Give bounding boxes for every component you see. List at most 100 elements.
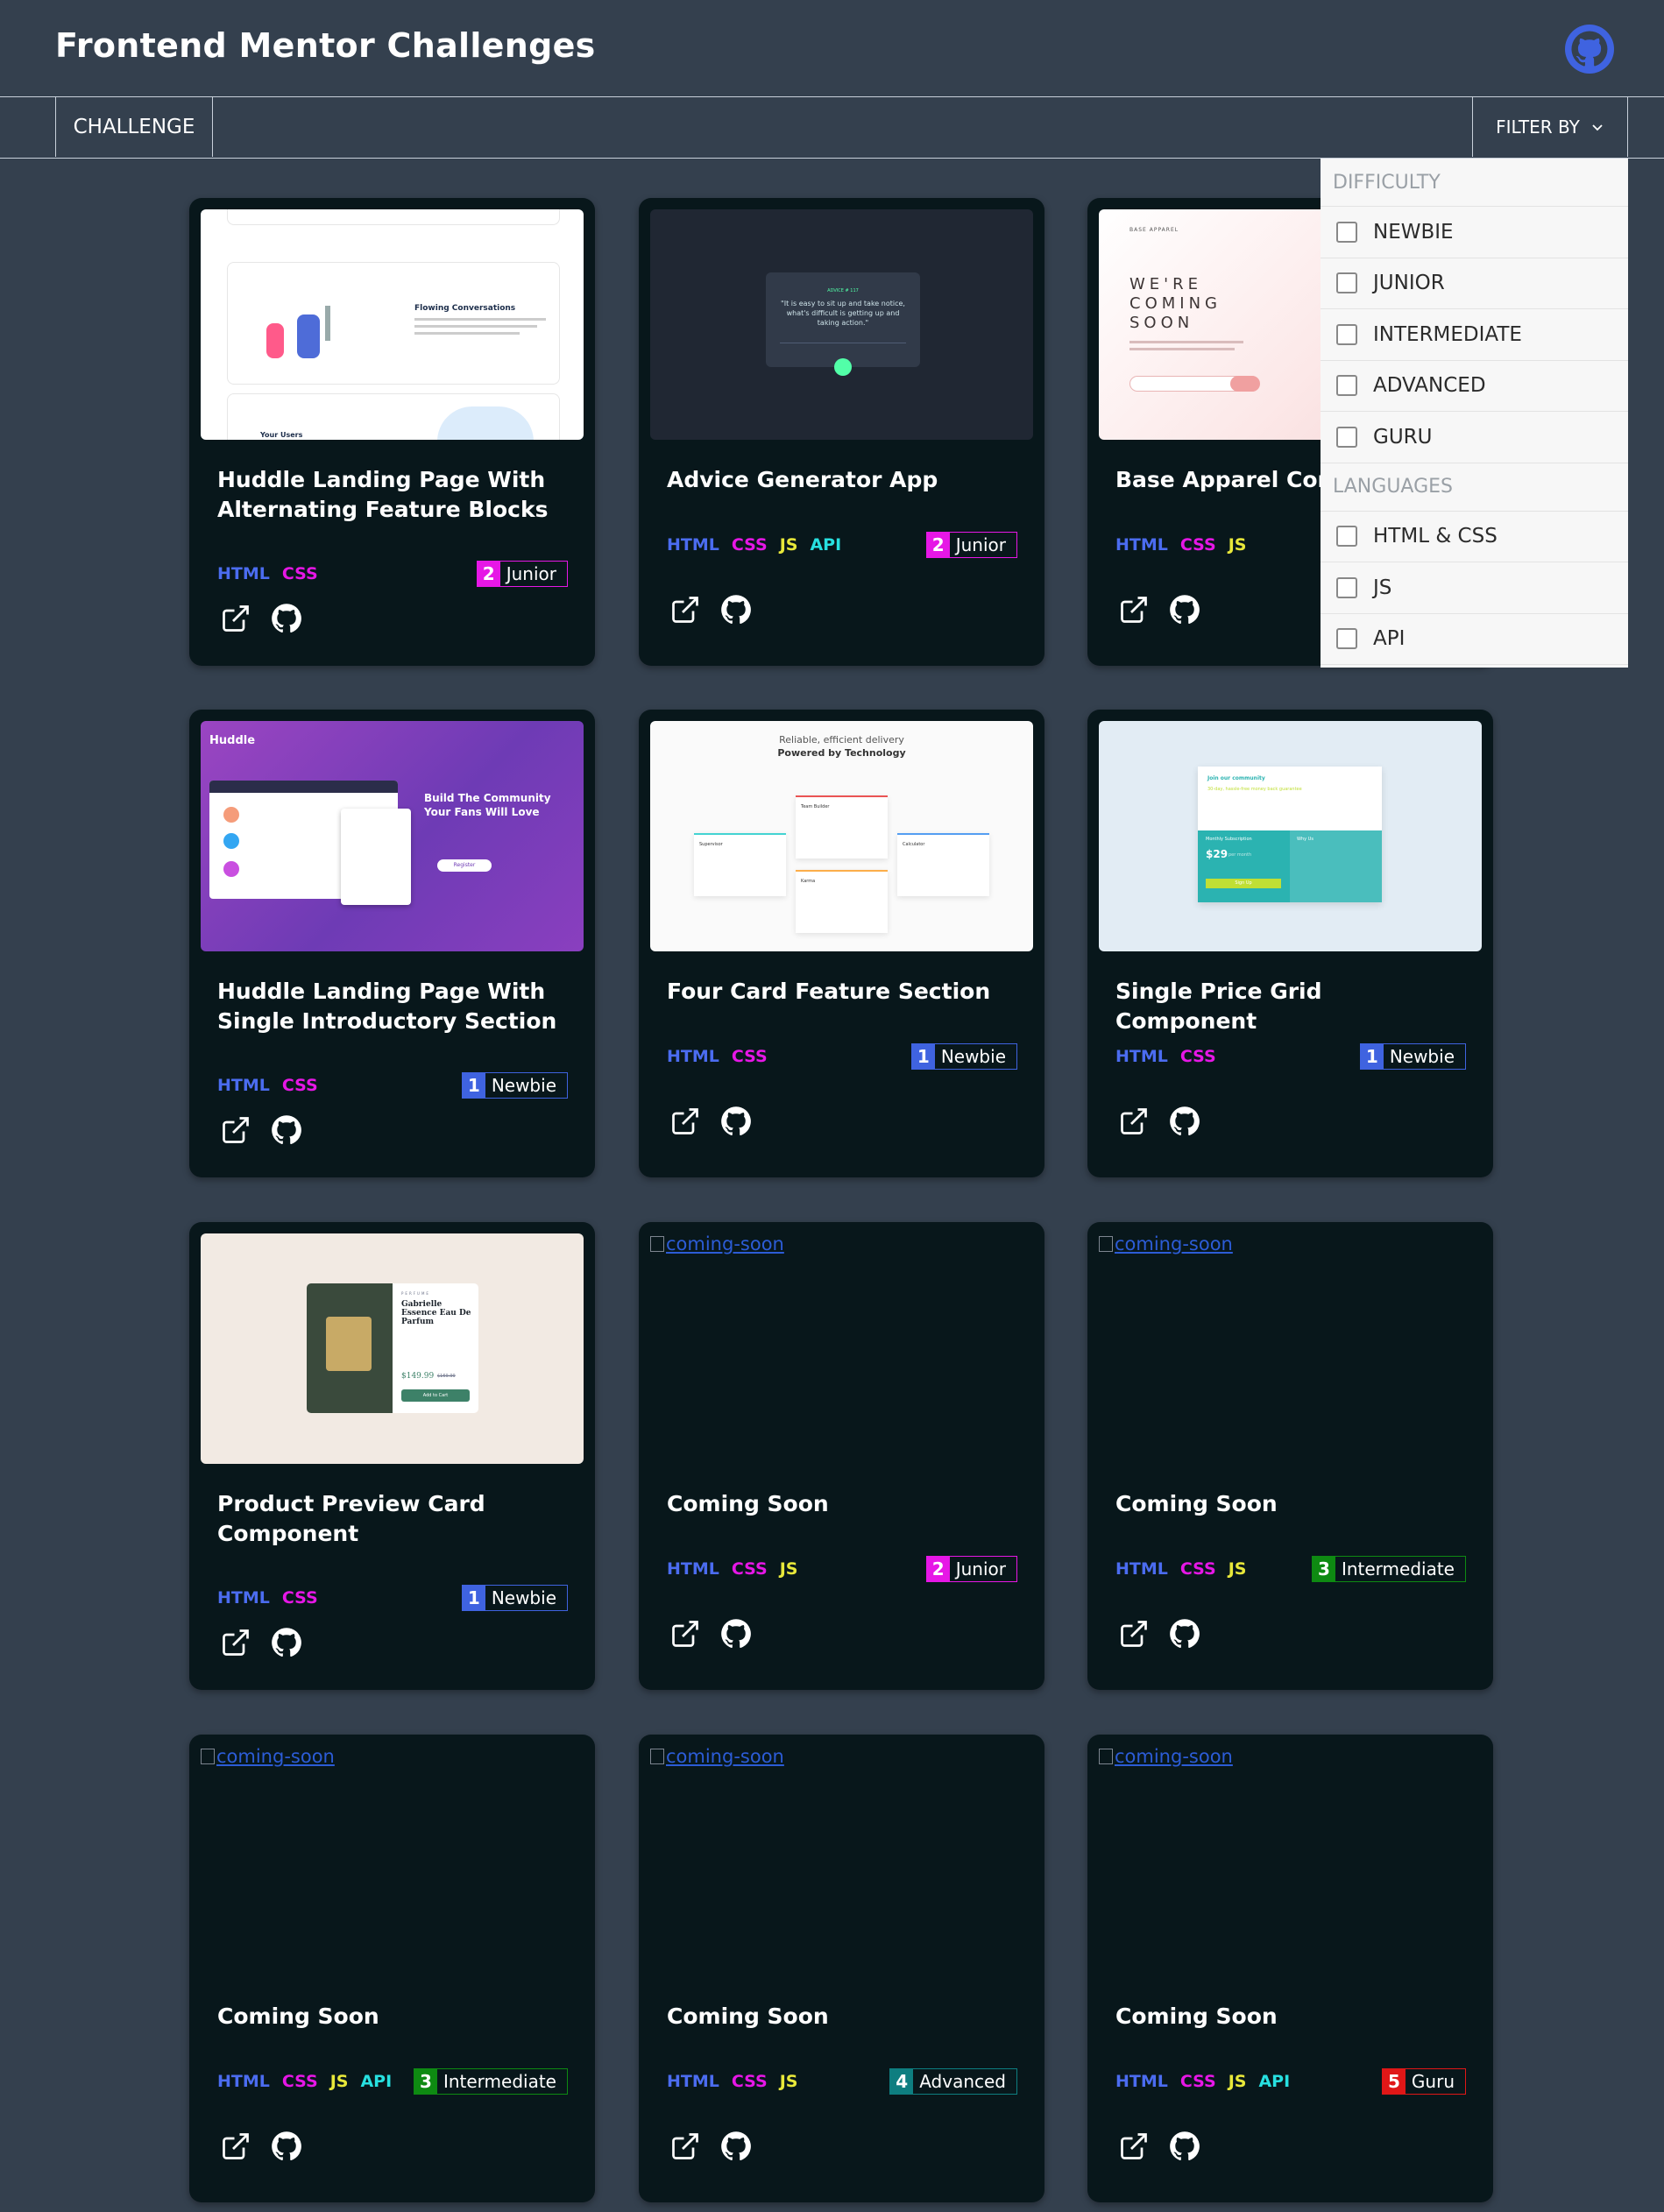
thumb-heading: Your Users [260,431,303,439]
difficulty-checkbox[interactable] [1336,221,1357,243]
difficulty-checkbox[interactable] [1336,272,1357,294]
github-icon[interactable] [1169,594,1200,625]
nav-bar: CHALLENGE FILTER BY [0,96,1664,159]
difficulty-option[interactable]: ADVANCED [1321,361,1628,412]
github-icon[interactable] [720,2131,752,2162]
external-link-icon[interactable] [220,2131,251,2162]
github-icon[interactable] [1565,25,1614,74]
external-link-icon[interactable] [220,603,251,634]
card-title: Single Price Grid Component [1115,979,1322,1034]
challenge-thumbnail[interactable]: Join our community 30-day, hassle-free m… [1099,721,1482,951]
github-icon[interactable] [1169,2131,1200,2162]
challenge-thumbnail[interactable]: ADVICE # 117 "It is easy to sit up and t… [650,209,1033,440]
challenge-card: coming-soon Coming Soon HTML CSS JS API 3 Inter… [189,1735,595,2202]
language-option[interactable]: JS [1321,562,1628,614]
filter-by-label: FILTER BY [1496,117,1580,138]
coming-soon-image[interactable]: coming-soon [1099,1746,1233,1767]
card-title: Coming Soon [1115,1491,1278,1516]
difficulty-option[interactable]: NEWBIE [1321,207,1628,258]
difficulty-number: 5 [1382,2069,1406,2094]
challenge-thumbnail[interactable]: Huddle Build The Community Your Fans Wil… [201,721,584,951]
tech-tag: CSS [731,535,768,555]
tech-tag: JS [329,2072,349,2091]
github-icon[interactable] [1169,1618,1200,1650]
difficulty-label: Newbie [940,1046,1006,1067]
difficulty-badge: 2 Junior [925,532,1017,558]
page-title: Frontend Mentor Challenges [55,26,596,65]
coming-soon-image[interactable]: coming-soon [650,1233,784,1254]
challenge-thumbnail[interactable]: PERFUME Gabrielle Essence Eau De Parfum … [201,1233,584,1464]
tech-list: HTML CSS [667,1047,768,1066]
filter-by-button[interactable]: FILTER BY [1472,97,1628,157]
external-link-icon[interactable] [669,2131,701,2162]
thumb-card-label: Calculator [903,842,925,847]
github-icon[interactable] [271,1114,302,1146]
tech-list: HTML CSS JS API [667,535,841,555]
tech-list: HTML CSS [217,564,318,583]
difficulty-option[interactable]: GURU [1321,412,1628,463]
card-links [1118,1106,1200,1137]
card-links [669,1618,752,1650]
difficulty-badge: 1 Newbie [910,1043,1017,1070]
external-link-icon[interactable] [669,1106,701,1137]
coming-soon-image[interactable]: coming-soon [201,1746,335,1767]
challenge-thumbnail[interactable]: Flowing Conversations Your Users [201,209,584,440]
challenge-button[interactable]: CHALLENGE [55,97,213,157]
card-title: Coming Soon [667,1491,829,1516]
external-link-icon[interactable] [669,594,701,625]
language-checkbox[interactable] [1336,526,1357,548]
thumb-label: Why Us [1297,837,1313,842]
language-option[interactable]: API [1321,614,1628,665]
external-link-icon[interactable] [220,1114,251,1146]
tech-tag: HTML [1115,1559,1168,1579]
language-checkbox[interactable] [1336,576,1357,598]
language-option[interactable]: HTML & CSS [1321,512,1628,562]
external-link-icon[interactable] [1118,594,1150,625]
thumb-card-label: Karma [801,879,816,884]
external-link-icon[interactable] [220,1627,251,1658]
difficulty-option[interactable]: INTERMEDIATE [1321,309,1628,361]
thumb-logo: BASE APPAREL [1129,227,1179,233]
difficulty-badge: 2 Junior [925,1556,1017,1582]
tech-tag: HTML [217,1076,270,1095]
external-link-icon[interactable] [1118,1106,1150,1137]
external-link-icon[interactable] [669,1618,701,1650]
difficulty-number: 1 [911,1044,935,1069]
tech-tag: CSS [281,1076,318,1095]
difficulty-checkbox[interactable] [1336,323,1357,345]
thumb-heading: Build The Community Your Fans Will Love [424,792,551,818]
language-checkbox[interactable] [1336,628,1357,650]
tech-list: HTML CSS JS [1115,1559,1246,1579]
github-icon[interactable] [1169,1106,1200,1137]
difficulty-checkbox[interactable] [1336,375,1357,397]
difficulty-badge: 1 Newbie [1359,1043,1466,1070]
difficulty-label: Newbie [1389,1046,1455,1067]
difficulty-checkbox[interactable] [1336,426,1357,448]
tech-list: HTML CSS JS [1115,535,1246,555]
challenge-card: ADVICE # 117 "It is easy to sit up and t… [639,198,1044,666]
tech-tag: HTML [1115,2072,1168,2091]
thumb-heading: Reliable, efficient delivery [779,734,904,746]
challenge-thumbnail[interactable]: Reliable, efficient delivery Powered by … [650,721,1033,951]
external-link-icon[interactable] [1118,2131,1150,2162]
github-icon[interactable] [271,1627,302,1658]
github-icon[interactable] [720,1106,752,1137]
tech-tag: API [1258,2072,1291,2091]
tech-tag: JS [779,1559,798,1579]
thumb-card-label: Team Builder [801,804,830,809]
difficulty-option[interactable]: JUNIOR [1321,258,1628,309]
thumb-quote: "It is easy to sit up and take notice, w… [781,300,905,327]
card-links [1118,2131,1200,2162]
github-icon[interactable] [720,1618,752,1650]
external-link-icon[interactable] [1118,1618,1150,1650]
coming-soon-image[interactable]: coming-soon [1099,1233,1233,1254]
challenge-card: Reliable, efficient delivery Powered by … [639,710,1044,1177]
github-icon[interactable] [271,2131,302,2162]
github-icon[interactable] [720,594,752,625]
coming-soon-image[interactable]: coming-soon [650,1746,784,1767]
difficulty-number: 2 [477,562,500,586]
tech-tag: CSS [1179,1559,1216,1579]
github-icon[interactable] [271,603,302,634]
card-links [220,2131,302,2162]
thumb-label: per month [1229,852,1252,858]
